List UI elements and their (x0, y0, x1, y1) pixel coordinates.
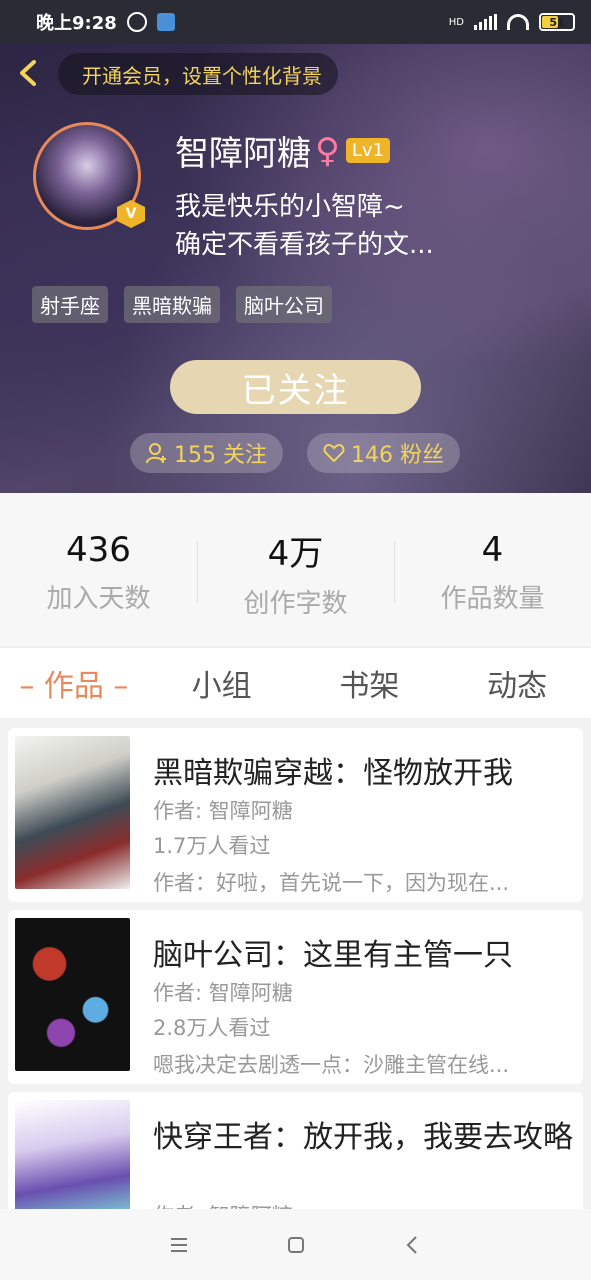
tag[interactable]: 黑暗欺骗 (124, 286, 220, 323)
work-views: 1.7万人看过 (153, 834, 271, 858)
vip-background-banner[interactable]: 开通会员，设置个性化背景 (58, 53, 338, 95)
system-nav-bar (0, 1209, 591, 1280)
heart-icon (323, 443, 345, 463)
book-cover (15, 736, 130, 889)
level-badge: Lv1 (345, 138, 391, 163)
work-author: 作者: 智障阿糖 (153, 981, 293, 1005)
tag[interactable]: 射手座 (32, 286, 108, 323)
following-count: 155 关注 (174, 443, 267, 468)
work-title: 黑暗欺骗穿越：怪物放开我 (153, 756, 513, 791)
work-card[interactable]: 脑叶公司：这里有主管一只 作者: 智障阿糖 2.8万人看过 嗯我决定去剧透一点：… (8, 910, 583, 1084)
tab-groups[interactable]: 小组 (148, 648, 296, 718)
user-icon (146, 443, 166, 464)
following-pill[interactable]: 155 关注 (130, 433, 283, 473)
stats-bar: 436 加入天数 4万 创作字数 4 作品数量 (0, 493, 591, 646)
tag[interactable]: 脑叶公司 (236, 286, 332, 323)
fans-pill[interactable]: 146 粉丝 (307, 433, 460, 473)
avatar[interactable]: V (33, 122, 145, 230)
status-bar: 晚上9:28 HD 51 (0, 0, 591, 44)
name-row: 智障阿糖 ♀ Lv1 (175, 126, 391, 175)
work-excerpt: 作者：好啦，首先说一下，因为现在... (153, 871, 510, 895)
tab-activity[interactable]: 动态 (443, 648, 591, 718)
tab-bar: – 作品 – 小组 书架 动态 (0, 647, 591, 719)
profile-page: 晚上9:28 HD 51 开通会员，设置个性化背景 V 智障阿糖 ♀ Lv1 我… (0, 0, 591, 1280)
chevron-left-icon (20, 60, 36, 86)
book-cover (15, 1100, 130, 1209)
back-button[interactable] (14, 58, 44, 88)
bio-line: 我是快乐的小智障~ (175, 192, 405, 222)
work-card[interactable]: 黑暗欺骗穿越：怪物放开我 作者: 智障阿糖 1.7万人看过 作者：好啦，首先说一… (8, 728, 583, 902)
work-author: 作者: 智障阿糖 (153, 1200, 293, 1209)
stat-works-count: 4 作品数量 (394, 493, 591, 646)
stat-word-count: 4万 创作字数 (197, 493, 394, 646)
stat-join-days: 436 加入天数 (0, 493, 197, 646)
fans-count: 146 粉丝 (351, 443, 444, 468)
hd-label: HD (448, 16, 464, 28)
stat-value: 4万 (267, 533, 324, 574)
stat-value: 436 (66, 530, 131, 570)
work-title: 快穿王者：放开我，我要去攻略 (153, 1120, 573, 1155)
stat-label: 加入天数 (46, 584, 151, 614)
user-name: 智障阿糖 (175, 134, 311, 174)
work-author: 作者: 智障阿糖 (153, 799, 293, 823)
work-card[interactable]: 快穿王者：放开我，我要去攻略 作者: 智障阿糖 (8, 1092, 583, 1209)
battery-level: 51 (549, 15, 565, 29)
stat-label: 创作字数 (243, 588, 348, 619)
wifi-icon (507, 14, 529, 30)
status-time: 晚上9:28 (36, 13, 117, 34)
back-nav-icon[interactable] (401, 1233, 425, 1257)
tab-works[interactable]: – 作品 – (0, 648, 148, 718)
work-views: 2.8万人看过 (153, 1016, 271, 1040)
stat-label: 作品数量 (440, 584, 545, 614)
female-icon: ♀ (315, 130, 340, 171)
menu-icon[interactable] (167, 1233, 191, 1257)
book-cover (15, 918, 130, 1071)
works-list: 黑暗欺骗穿越：怪物放开我 作者: 智障阿糖 1.7万人看过 作者：好啦，首先说一… (0, 719, 591, 1209)
signal-icon (474, 14, 497, 30)
profile-header: 晚上9:28 HD 51 开通会员，设置个性化背景 V 智障阿糖 ♀ Lv1 我… (0, 0, 591, 493)
stat-value: 4 (481, 530, 504, 570)
bio-line: 确定不看看孩子的文... (175, 230, 434, 260)
app-notification-icon (156, 13, 175, 31)
work-title: 脑叶公司：这里有主管一只 (153, 938, 513, 973)
tag-list: 射手座 黑暗欺骗 脑叶公司 (32, 286, 332, 323)
battery-icon: 51 (539, 13, 575, 31)
user-bio: 我是快乐的小智障~ 确定不看看孩子的文... (175, 188, 575, 264)
work-excerpt: 嗯我决定去剧透一点：沙雕主管在线... (153, 1053, 510, 1077)
home-icon[interactable] (284, 1233, 308, 1257)
tab-bookshelf[interactable]: 书架 (296, 648, 444, 718)
alarm-icon (126, 12, 147, 32)
social-counts: 155 关注 146 粉丝 (130, 433, 460, 473)
follow-button[interactable]: 已关注 (170, 360, 421, 414)
